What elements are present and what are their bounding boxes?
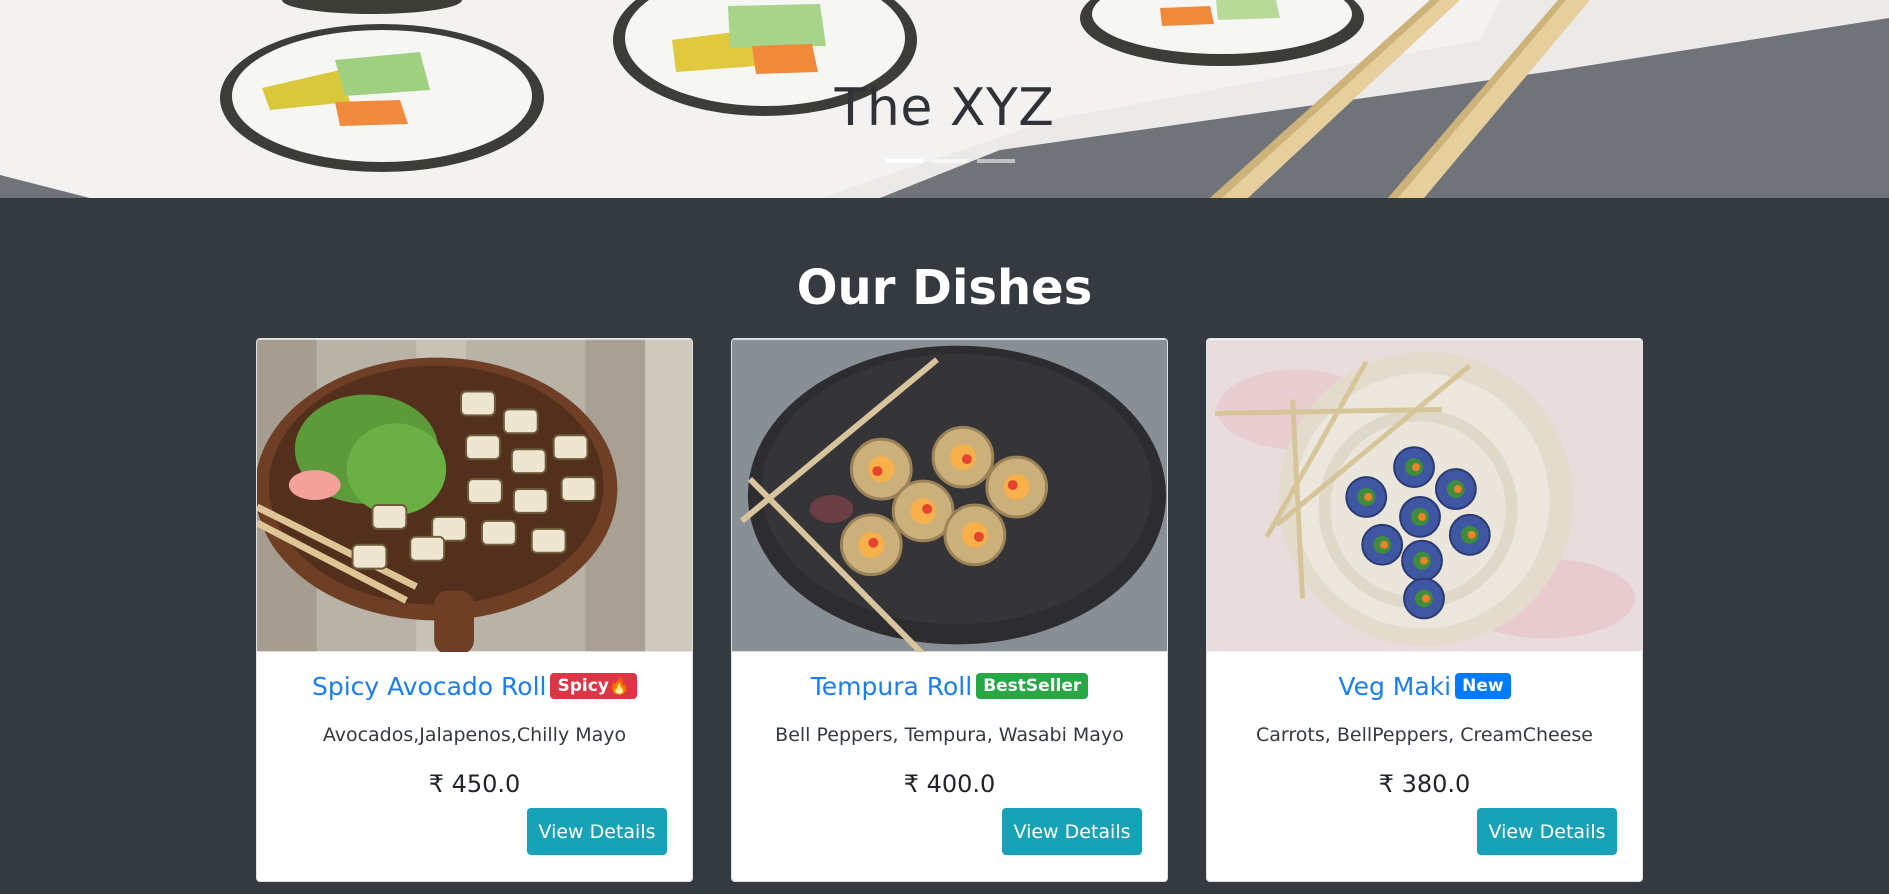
- dish-image-tempura-roll: [732, 339, 1167, 652]
- dish-image-veg-maki: [1207, 339, 1642, 652]
- dish-description: Avocados,Jalapenos,Chilly Mayo: [322, 724, 627, 746]
- dish-title[interactable]: Veg Maki: [1338, 672, 1451, 701]
- carousel-indicators: [885, 159, 1015, 163]
- dish-price: ₹ 400.0: [903, 770, 996, 798]
- carousel-indicator-1[interactable]: [885, 159, 923, 163]
- dish-card: Spicy Avocado Roll Spicy🔥 Avocados,Jalape…: [256, 338, 693, 882]
- card-title-row: Tempura Roll BestSeller: [732, 672, 1167, 701]
- carousel-indicator-3[interactable]: [977, 159, 1015, 163]
- dish-badge-new: New: [1455, 672, 1511, 699]
- card-body: Veg Maki New Carrots, BellPeppers, CreamC…: [1207, 652, 1642, 881]
- card-title-row: Spicy Avocado Roll Spicy🔥: [257, 672, 692, 701]
- card-title-row: Veg Maki New: [1207, 672, 1642, 701]
- dish-card: Veg Maki New Carrots, BellPeppers, CreamC…: [1206, 338, 1643, 882]
- view-details-button[interactable]: View Details: [1477, 808, 1617, 855]
- dish-title[interactable]: Spicy Avocado Roll: [312, 672, 547, 701]
- card-body: Tempura Roll BestSeller Bell Peppers, Tem…: [732, 652, 1167, 881]
- dish-badge-spicy: Spicy🔥: [550, 672, 638, 699]
- dish-badge-bestseller: BestSeller: [976, 672, 1089, 699]
- card-body: Spicy Avocado Roll Spicy🔥 Avocados,Jalape…: [257, 652, 692, 881]
- view-details-button[interactable]: View Details: [1002, 808, 1142, 855]
- dish-title[interactable]: Tempura Roll: [811, 672, 972, 701]
- dish-card: Tempura Roll BestSeller Bell Peppers, Tem…: [731, 338, 1168, 882]
- hero-carousel: The XYZ: [0, 0, 1889, 198]
- dish-price: ₹ 450.0: [428, 770, 521, 798]
- hero-title: The XYZ: [834, 78, 1055, 138]
- dish-description: Bell Peppers, Tempura, Wasabi Mayo: [775, 724, 1124, 746]
- dish-description: Carrots, BellPeppers, CreamCheese: [1256, 724, 1593, 746]
- view-details-button[interactable]: View Details: [527, 808, 667, 855]
- section-title: Our Dishes: [796, 260, 1093, 316]
- dish-price: ₹ 380.0: [1378, 770, 1471, 798]
- dish-image-spicy-avocado-roll: [257, 339, 692, 652]
- carousel-indicator-2[interactable]: [931, 159, 969, 163]
